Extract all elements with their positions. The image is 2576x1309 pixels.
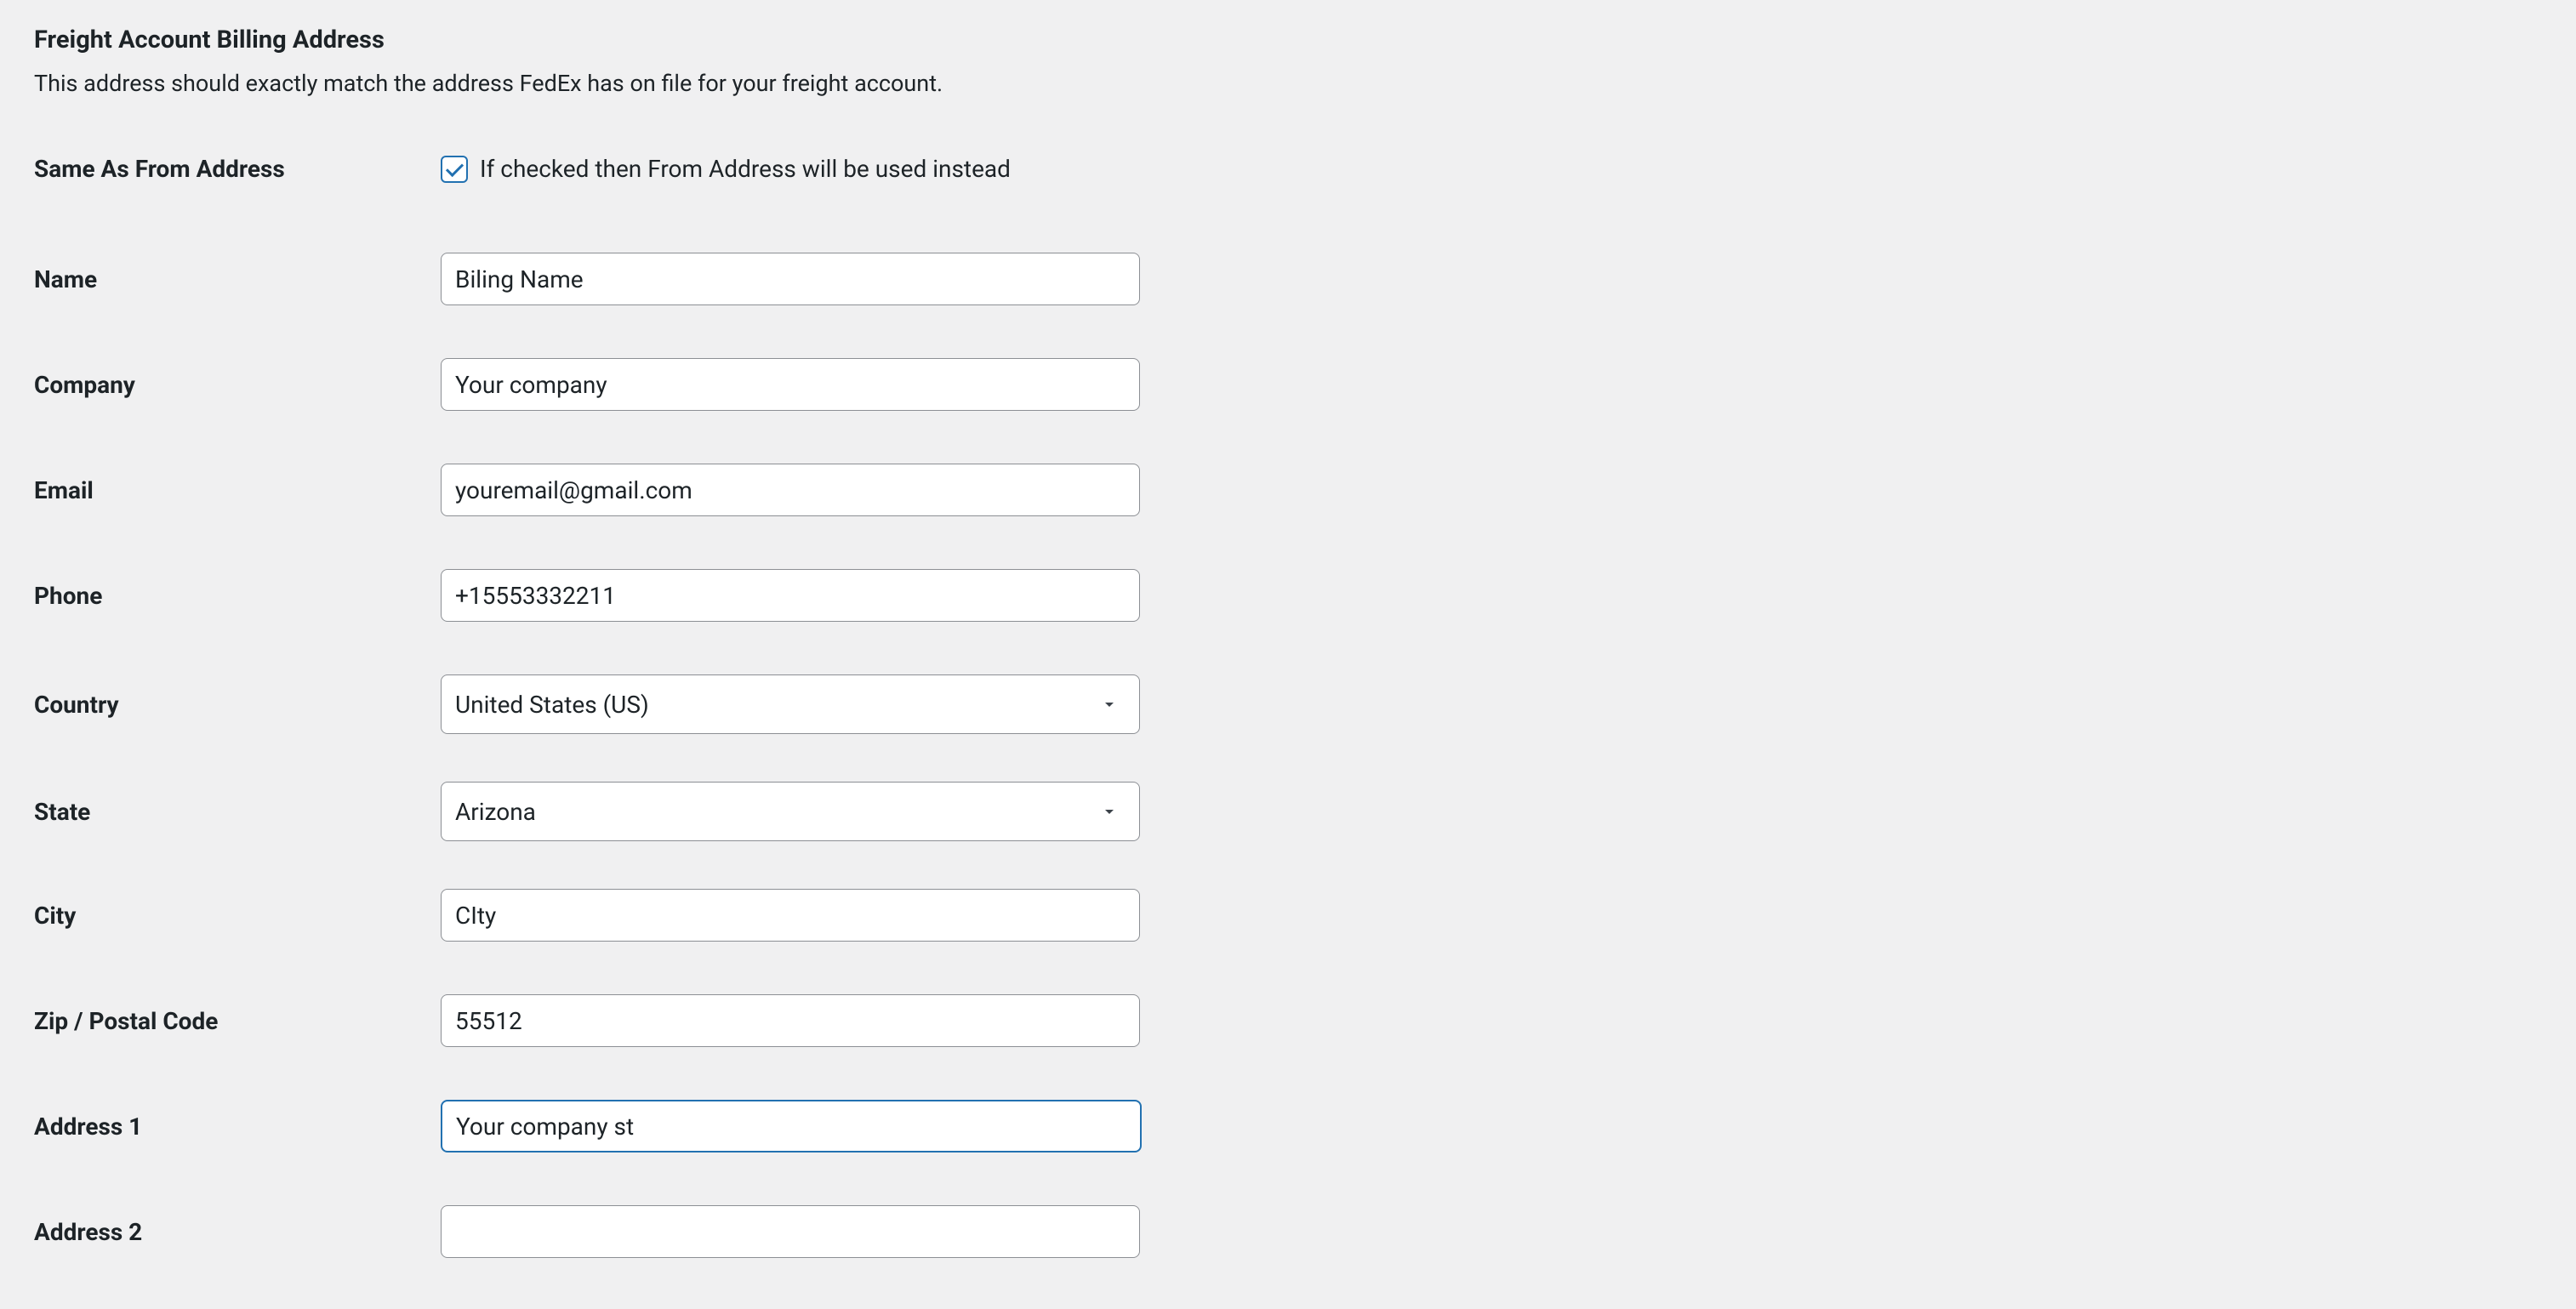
input-zip[interactable] [441, 994, 1140, 1047]
checkbox-same-as-from[interactable] [441, 156, 468, 183]
form-row-country: Country United States (US) [34, 674, 2542, 734]
form-row-email: Email [34, 464, 2542, 516]
form-row-state: State Arizona [34, 782, 2542, 841]
label-state: State [34, 798, 441, 826]
input-address2[interactable] [441, 1205, 1140, 1258]
input-company[interactable] [441, 358, 1140, 411]
label-same-as-from: Same As From Address [34, 155, 441, 183]
select-state[interactable]: Arizona [441, 782, 1140, 841]
form-row-zip: Zip / Postal Code [34, 994, 2542, 1047]
label-address1: Address 1 [34, 1113, 441, 1141]
form-row-address1: Address 1 [34, 1100, 2542, 1152]
label-phone: Phone [34, 582, 441, 610]
form-row-name: Name [34, 253, 2542, 305]
checkbox-description: If checked then From Address will be use… [480, 155, 1011, 183]
select-country[interactable]: United States (US) [441, 674, 1140, 734]
input-email[interactable] [441, 464, 1140, 516]
label-address2: Address 2 [34, 1218, 441, 1246]
input-address1[interactable] [441, 1100, 1142, 1152]
form-row-city: City [34, 889, 2542, 942]
form-row-address2: Address 2 [34, 1205, 2542, 1258]
label-name: Name [34, 265, 441, 293]
label-city: City [34, 902, 441, 930]
form-row-phone: Phone [34, 569, 2542, 622]
label-email: Email [34, 476, 441, 504]
input-city[interactable] [441, 889, 1140, 942]
label-zip: Zip / Postal Code [34, 1007, 441, 1035]
form-row-company: Company [34, 358, 2542, 411]
checkbox-wrap: If checked then From Address will be use… [441, 155, 1011, 183]
section-description: This address should exactly match the ad… [34, 70, 2542, 97]
label-company: Company [34, 371, 441, 399]
input-phone[interactable] [441, 569, 1140, 622]
label-country: Country [34, 691, 441, 719]
form-row-same-as-from: Same As From Address If checked then Fro… [34, 155, 2542, 183]
input-name[interactable] [441, 253, 1140, 305]
section-title: Freight Account Billing Address [34, 26, 2542, 54]
